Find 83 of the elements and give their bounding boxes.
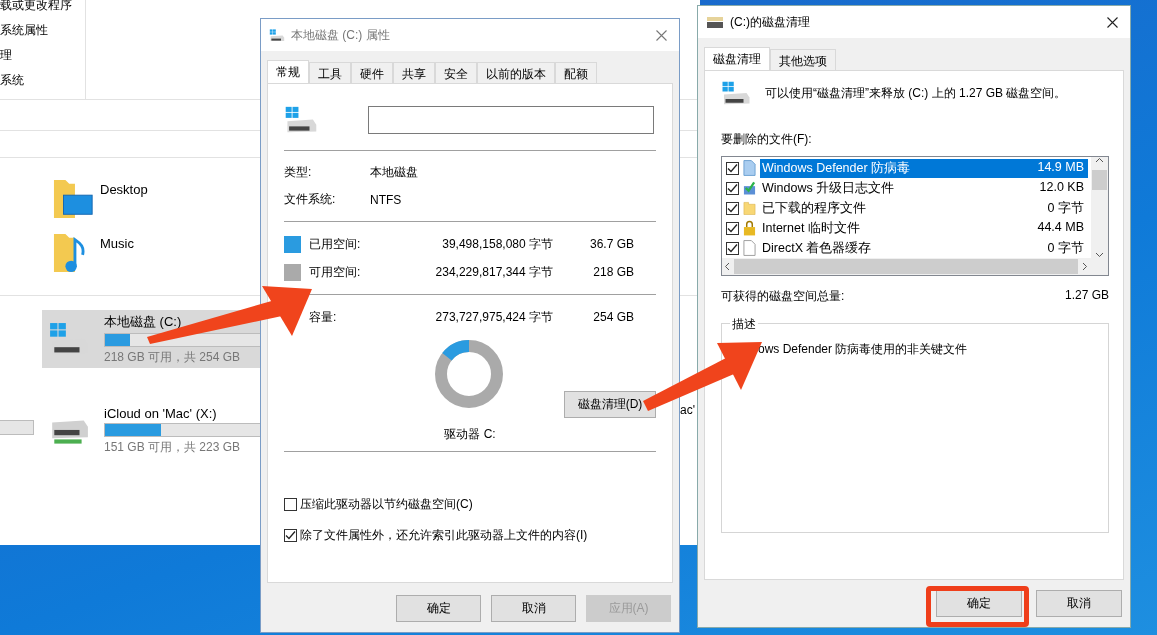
drive-icon: [269, 28, 285, 42]
intro-text: 可以使用“磁盘清理”来释放 (C:) 上的 1.27 GB 磁盘空间。: [765, 84, 1067, 102]
size-value: 254 GB: [592, 310, 634, 324]
lock-icon: [743, 220, 756, 236]
capacity-bar: [0, 420, 34, 435]
drive-label: 驱动器 C:: [444, 426, 496, 443]
window-title: 本地磁盘 (C:) 属性: [291, 26, 391, 44]
blank-page-icon: [743, 240, 756, 256]
chevron-down-icon[interactable]: [1095, 252, 1104, 258]
ribbon-item[interactable]: 系统: [0, 72, 85, 89]
horizontal-scrollbar[interactable]: [722, 258, 1108, 275]
space-label: 可用空间:: [309, 263, 362, 281]
disk-cleanup-button[interactable]: 磁盘清理(D): [564, 391, 656, 418]
field-label: 类型:: [284, 164, 313, 181]
tab[interactable]: 工具: [309, 62, 351, 83]
chevron-up-icon[interactable]: [1095, 157, 1104, 163]
field-label: 文件系统:: [284, 191, 337, 208]
total-label: 可获得的磁盘空间总量:: [721, 288, 845, 305]
dialog-button[interactable]: 确定: [936, 590, 1022, 617]
checkbox[interactable]: [726, 181, 739, 195]
checkbox-label: 压缩此驱动器以节约磁盘空间(C): [300, 496, 473, 513]
scroll-thumb[interactable]: [1092, 170, 1107, 190]
tab[interactable]: 以前的版本: [477, 62, 555, 83]
drive-icon: [721, 81, 751, 105]
byte-count: 273,727,975,424 字节: [434, 308, 553, 326]
ribbon-item[interactable]: 系统属性: [0, 22, 85, 39]
file-item[interactable]: DirectX 着色器缓存 0 字节: [760, 238, 1088, 258]
byte-count: 234,229,817,344 字节: [434, 263, 553, 281]
folder-icon: [743, 200, 756, 216]
drive-name-field[interactable]: [368, 106, 654, 134]
drive-icon: [706, 15, 724, 29]
tab[interactable]: 安全: [435, 62, 477, 83]
drive-item[interactable]: iCloud on 'Mac' (X:) 151 GB 可用，共 223 GB: [42, 402, 260, 460]
tab[interactable]: 硬件: [351, 62, 393, 83]
description-text: ows Defender 防病毒使用的非关键文件: [758, 342, 968, 356]
byte-count: 39,498,158,080 字节: [441, 235, 553, 253]
file-item[interactable]: Internet 临时文件 44.4 MB: [760, 218, 1088, 238]
dialog-button[interactable]: 取消: [491, 595, 576, 622]
list-label: 要删除的文件(F):: [721, 131, 813, 148]
tab[interactable]: 常规: [267, 60, 309, 83]
free-space-text: 218 GB 可用，共 254 GB: [104, 348, 242, 366]
document-icon: [743, 160, 756, 176]
total-value: 1.27 GB: [1064, 288, 1109, 304]
tab[interactable]: 共享: [393, 62, 435, 83]
desktop-folder-icon[interactable]: [52, 178, 96, 220]
group-legend: 描述: [730, 316, 758, 333]
space-label: 容量:: [309, 308, 338, 326]
tab[interactable]: 配额: [555, 62, 597, 83]
field-value: 本地磁盘: [370, 164, 419, 181]
tab[interactable]: 其他选项: [770, 49, 836, 70]
free-space-text: 151 GB 可用，共 223 GB: [104, 439, 242, 456]
scroll-thumb[interactable]: [734, 259, 1078, 274]
ribbon-item[interactable]: 理: [0, 47, 85, 64]
checkbox[interactable]: [726, 161, 739, 175]
folder-name[interactable]: Desktop: [100, 182, 148, 197]
drive-item[interactable]: 本地磁盘 (C:) 218 GB 可用，共 254 GB: [42, 310, 260, 368]
drive-name: iCloud on 'Mac' (X:): [104, 406, 218, 421]
checkbox[interactable]: [726, 201, 739, 215]
checkmark-window-icon: [743, 180, 756, 196]
checkbox[interactable]: [284, 529, 297, 542]
file-item[interactable]: Windows 升级日志文件 12.0 KB: [760, 178, 1088, 198]
size-value: 218 GB: [592, 265, 634, 279]
drive-icon: [284, 106, 318, 134]
checkbox-label: 除了文件属性外，还允许索引此驱动器上文件的内容(I): [300, 527, 588, 544]
size-value: 36.7 GB: [588, 237, 634, 251]
checkbox[interactable]: [284, 498, 297, 511]
file-item[interactable]: Windows Defender 防病毒 14.9 MB: [760, 158, 1088, 178]
field-value: NTFS: [370, 192, 403, 207]
folder-name[interactable]: Music: [100, 236, 134, 251]
drive-name: 本地磁盘 (C:): [104, 312, 183, 331]
checkbox[interactable]: [726, 241, 739, 255]
drive-name: ac': [680, 403, 695, 417]
file-item[interactable]: 已下载的程序文件 0 字节: [760, 198, 1088, 218]
dialog-button[interactable]: 确定: [396, 595, 481, 622]
chevron-left-icon[interactable]: [724, 262, 730, 271]
usage-donut: [434, 339, 504, 409]
window-title: (C:)的磁盘清理: [730, 13, 811, 31]
chevron-right-icon[interactable]: [1082, 262, 1088, 271]
space-label: 已用空间:: [309, 235, 362, 253]
dialog-button[interactable]: 取消: [1036, 590, 1122, 617]
checkbox[interactable]: [726, 221, 739, 235]
tab[interactable]: 磁盘清理: [704, 47, 770, 70]
vertical-scrollbar[interactable]: [1091, 157, 1108, 258]
